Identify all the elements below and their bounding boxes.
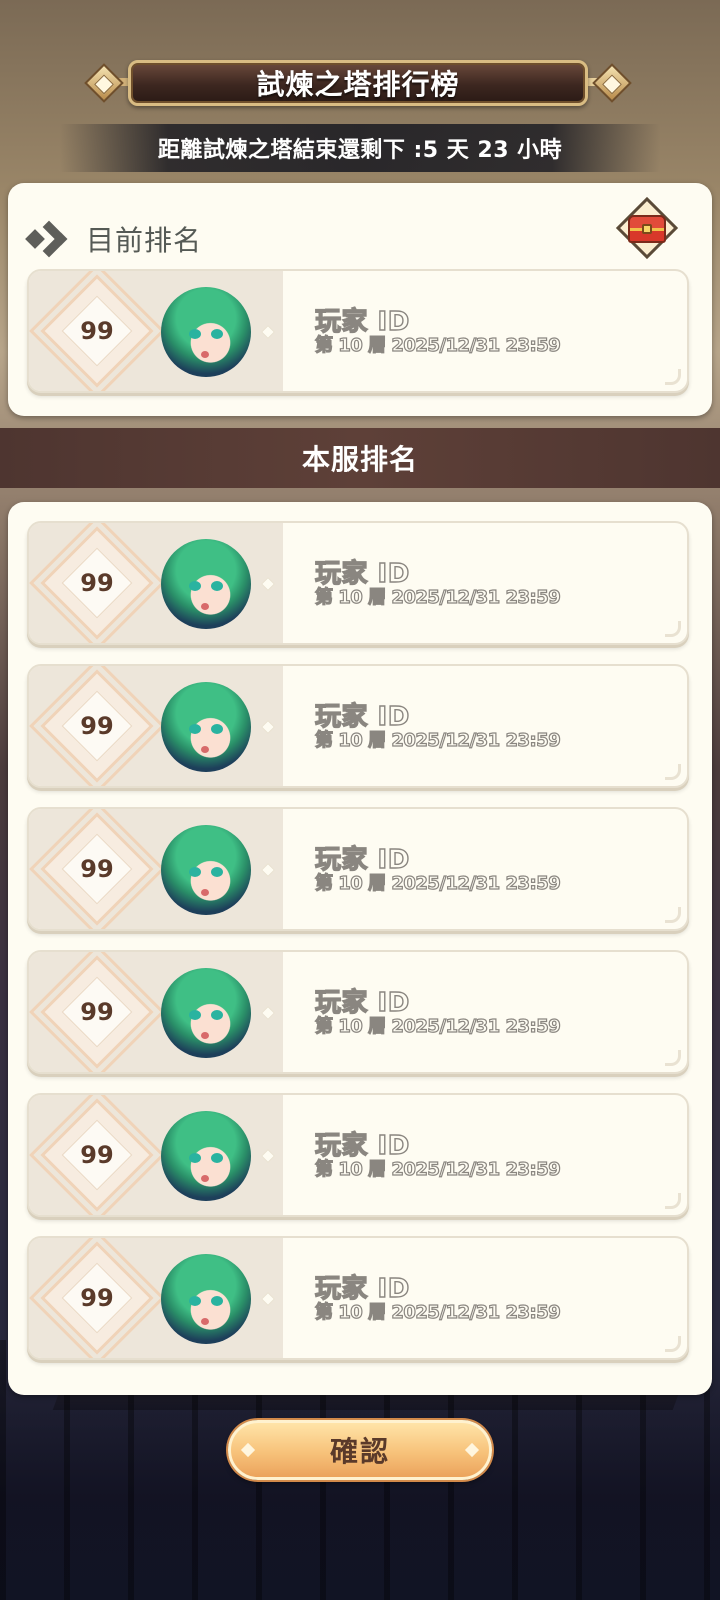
current-rank-row[interactable]: 99 玩家 ID 第 10 層 2025/12/31 23:59 — [27, 269, 689, 393]
avatar[interactable] — [161, 1254, 251, 1344]
server-rank-label: 本服排名 — [301, 443, 418, 476]
current-rank-panel: 目前排名 99 玩家 ID 第 10 層 2025/12/31 23:59 — [8, 183, 712, 416]
row-corner-decoration — [665, 1336, 681, 1352]
player-floor-time: 第 10 層 2025/12/31 23:59 — [314, 1301, 561, 1323]
avatar[interactable] — [161, 825, 251, 915]
rank-number: 99 — [80, 998, 114, 1026]
row-corner-decoration — [665, 1193, 681, 1209]
server-rank-panel[interactable]: 99 玩家 ID 第 10 層 2025/12/31 23:59 99 玩家 I… — [8, 502, 712, 1395]
row-corner-decoration — [665, 621, 681, 637]
player-floor-time: 第 10 層 2025/12/31 23:59 — [314, 729, 561, 751]
rank-number: 99 — [80, 317, 114, 345]
player-floor-time: 第 10 層 2025/12/31 23:59 — [314, 586, 561, 608]
avatar[interactable] — [161, 1111, 251, 1201]
row-corner-decoration — [665, 369, 681, 385]
current-rank-label: 目前排名 — [86, 224, 203, 257]
row-corner-decoration — [665, 907, 681, 923]
title-ornament-left-icon — [84, 63, 124, 103]
countdown-text: 距離試煉之塔結束還剩下 :5 天 23 小時 — [157, 138, 563, 163]
table-row[interactable]: 99 玩家 ID 第 10 層 2025/12/31 23:59 — [27, 1236, 689, 1360]
server-rank-band: 本服排名 — [0, 428, 720, 488]
avatar[interactable] — [161, 287, 251, 377]
title-banner: 試煉之塔排行榜 — [84, 58, 632, 108]
row-corner-decoration — [665, 1050, 681, 1066]
rank-number: 99 — [80, 855, 114, 883]
treasure-chest-icon[interactable] — [615, 196, 679, 260]
chevron-right-icon — [24, 217, 72, 261]
player-floor-time: 第 10 層 2025/12/31 23:59 — [314, 1158, 561, 1180]
avatar[interactable] — [161, 968, 251, 1058]
current-rank-header: 目前排名 — [24, 217, 202, 261]
rank-number: 99 — [80, 1141, 114, 1169]
avatar[interactable] — [161, 539, 251, 629]
rank-number: 99 — [80, 1284, 114, 1312]
rank-number: 99 — [80, 712, 114, 740]
table-row[interactable]: 99 玩家 ID 第 10 層 2025/12/31 23:59 — [27, 807, 689, 931]
title-ornament-right-icon — [592, 63, 632, 103]
player-floor-time: 第 10 層 2025/12/31 23:59 — [314, 872, 561, 894]
row-corner-decoration — [665, 764, 681, 780]
page-title: 試煉之塔排行榜 — [256, 68, 460, 101]
rank-number: 99 — [80, 569, 114, 597]
confirm-button-label: 確認 — [329, 1435, 390, 1468]
avatar[interactable] — [161, 682, 251, 772]
player-floor-time: 第 10 層 2025/12/31 23:59 — [314, 334, 561, 356]
table-row[interactable]: 99 玩家 ID 第 10 層 2025/12/31 23:59 — [27, 950, 689, 1074]
title-bar: 試煉之塔排行榜 — [128, 60, 588, 106]
countdown-bar: 距離試煉之塔結束還剩下 :5 天 23 小時 — [60, 124, 660, 172]
table-row[interactable]: 99 玩家 ID 第 10 層 2025/12/31 23:59 — [27, 664, 689, 788]
confirm-button[interactable]: 確認 — [228, 1420, 492, 1480]
table-row[interactable]: 99 玩家 ID 第 10 層 2025/12/31 23:59 — [27, 1093, 689, 1217]
player-floor-time: 第 10 層 2025/12/31 23:59 — [314, 1015, 561, 1037]
table-row[interactable]: 99 玩家 ID 第 10 層 2025/12/31 23:59 — [27, 521, 689, 645]
